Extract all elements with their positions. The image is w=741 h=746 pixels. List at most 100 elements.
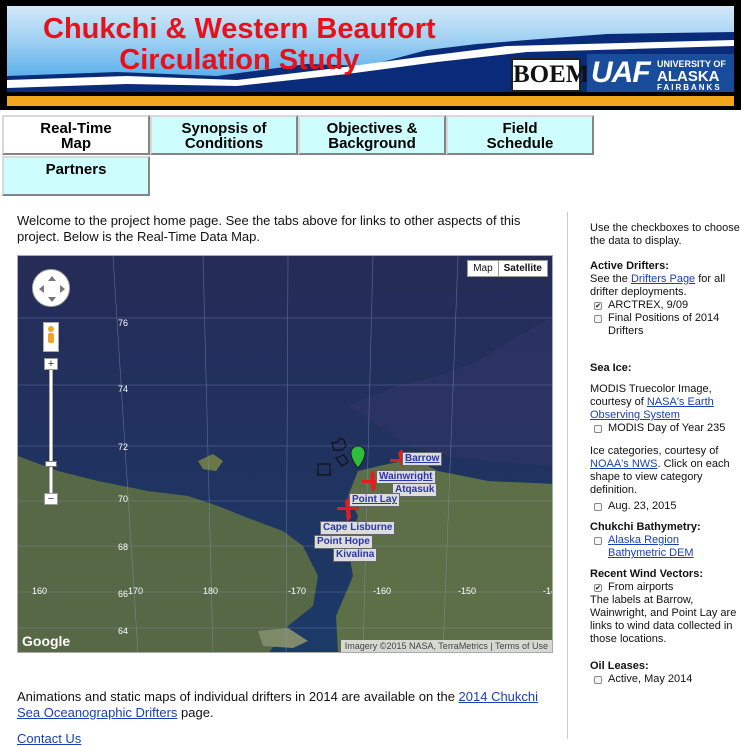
noaa-nws-link[interactable]: NOAA's NWS [590,458,658,470]
pegman-figure-icon [48,326,54,343]
site-title: Chukchi & Western Beaufort Circulation S… [43,14,436,76]
lat-label: 68 [118,542,129,552]
tab-field-schedule-label: Field Schedule [486,120,554,152]
lon-label: 160 [32,586,48,596]
oil-leases-section: Oil Leases: Active, May 2014 [590,660,740,686]
lon-label: -170 [288,586,307,596]
tab-objectives-background[interactable]: Objectives & Background [298,115,446,155]
intro-text: Welcome to the project home page. See th… [17,213,521,244]
banner: Chukchi & Western Beaufort Circulation S… [0,0,741,110]
pan-control[interactable] [32,269,70,307]
lat-label: 66 [118,589,129,599]
map-button[interactable]: Map [468,261,497,276]
drifters-note-end: page. [177,705,214,720]
tab-partners-label: Partners [45,161,107,178]
drifters-page-link[interactable]: Drifters Page [631,273,695,285]
arctrex-checkbox[interactable]: ✔ [594,302,602,310]
sidebar-intro: Use the checkboxes to choose the data to… [590,222,740,247]
drifters-note-text: Animations and static maps of individual… [17,689,459,704]
boem-logo: BOEM [511,58,589,92]
lat-label: 64 [118,626,129,636]
lon-label: -14 [543,586,552,596]
oil-leases-label: Active, May 2014 [608,673,693,685]
town-label-point-hope: Point Hope [314,535,373,549]
modis-label: MODIS Day of Year 235 [608,422,726,434]
lat-label: 72 [118,442,129,452]
tab-field-schedule[interactable]: Field Schedule [446,115,594,155]
wind-label: From airports [608,581,674,593]
site-title-line2: Circulation Study [119,44,360,76]
ice-date-label: Aug. 23, 2015 [608,500,677,512]
lon-label: 170 [128,586,144,596]
uaf-logo: UAF UNIVERSITY OF ALASKA FAIRBANKS [587,54,734,92]
final-positions-checkbox[interactable] [594,315,602,323]
pan-arrows-icon [39,276,65,302]
lat-label: 74 [118,384,129,394]
town-link-point-lay[interactable]: Point Lay [349,493,401,507]
zoom-in-button[interactable]: + [44,358,58,370]
lon-label: -150 [458,586,477,596]
sea-ice-heading: Sea Ice: [590,362,632,374]
active-drifters-heading: Active Drifters: [590,260,669,272]
google-logo: Google [22,633,71,649]
uaf-logo-abbr: UAF [591,56,651,89]
tab-real-time-map-label: Real-Time Map [40,120,112,152]
sidebar-divider [567,212,568,739]
town-link-wainwright[interactable]: Wainwright [376,470,436,484]
site-title-line1: Chukchi & Western Beaufort [43,13,436,45]
final-positions-label: Final Positions of 2014 Drifters [608,312,720,337]
zoom-slider-track[interactable] [49,360,53,500]
sea-ice-section: Sea Ice: MODIS Truecolor Image, courtesy… [590,362,740,513]
arctrex-label: ARCTREX, 9/09 [608,299,689,311]
lat-label: 70 [118,494,129,504]
town-label-cape-lisburne: Cape Lisburne [320,521,396,535]
wind-section: Recent Wind Vectors: ✔ From airports The… [590,568,740,646]
tab-objectives-label: Objectives & Background [326,120,418,152]
zoom-out-button[interactable]: − [44,493,58,505]
zoom-slider-handle[interactable] [45,461,57,467]
ice-text-start: Ice categories, courtesy of [590,445,719,457]
modis-option[interactable]: MODIS Day of Year 235 [590,422,740,435]
arctrex-option[interactable]: ✔ ARCTREX, 9/09 [590,299,740,312]
bathymetry-option[interactable]: Alaska Region Bathymetric DEM [590,534,740,560]
town-label-kivalina: Kivalina [333,548,378,562]
oil-leases-heading: Oil Leases: [590,660,649,672]
tab-synopsis-label: Synopsis of Conditions [181,120,267,152]
lat-label: 76 [118,318,129,328]
ice-date-checkbox[interactable] [594,503,602,511]
bathymetry-heading: Chukchi Bathymetry: [590,521,701,533]
lon-label: 180 [203,586,219,596]
tab-partners[interactable]: Partners [2,156,150,196]
bathymetry-checkbox[interactable] [594,537,602,545]
wind-checkbox[interactable]: ✔ [594,584,602,592]
uaf-logo-line3: FAIRBANKS [657,83,722,92]
active-drifters-text-start: See the [590,273,631,285]
map-type-control: Map Satellite [467,260,548,277]
wind-heading: Recent Wind Vectors: [590,568,703,580]
tab-synopsis-of-conditions[interactable]: Synopsis of Conditions [150,115,298,155]
lon-label: -160 [373,586,392,596]
map-attribution: Imagery ©2015 NASA, TerraMetrics | Terms… [340,640,552,652]
tab-real-time-map[interactable]: Real-Time Map [2,115,150,155]
ice-date-option[interactable]: Aug. 23, 2015 [590,500,740,513]
oil-leases-option[interactable]: Active, May 2014 [590,673,740,686]
data-layer-sidebar: Use the checkboxes to choose the data to… [590,222,740,694]
street-view-pegman-icon[interactable] [43,322,59,352]
final-positions-option[interactable]: Final Positions of 2014 Drifters [590,312,740,338]
real-time-data-map[interactable]: Map Satellite + − 76 74 72 70 68 66 64 1… [17,255,553,653]
active-drifters-section: Active Drifters: See the Drifters Page f… [590,260,740,338]
active-drifters-text: See the Drifters Page for all drifter de… [590,273,740,299]
bathymetry-section: Chukchi Bathymetry: Alaska Region Bathym… [590,521,740,560]
drifters-note: Animations and static maps of individual… [17,689,557,721]
bathymetry-dem-link[interactable]: Alaska Region Bathymetric DEM [608,534,740,560]
banner-image: Chukchi & Western Beaufort Circulation S… [7,6,734,92]
ice-categories-text: Ice categories, courtesy of NOAA's NWS. … [590,445,740,497]
oil-leases-checkbox[interactable] [594,676,602,684]
modis-checkbox[interactable] [594,425,602,433]
banner-stripe [7,96,734,106]
wind-option[interactable]: ✔ From airports [590,581,740,594]
wind-note: The labels at Barrow, Wainwright, and Po… [590,594,737,645]
satellite-button[interactable]: Satellite [497,261,547,276]
modis-text: MODIS Truecolor Image, courtesy of NASA'… [590,383,740,422]
town-link-barrow[interactable]: Barrow [402,452,443,466]
